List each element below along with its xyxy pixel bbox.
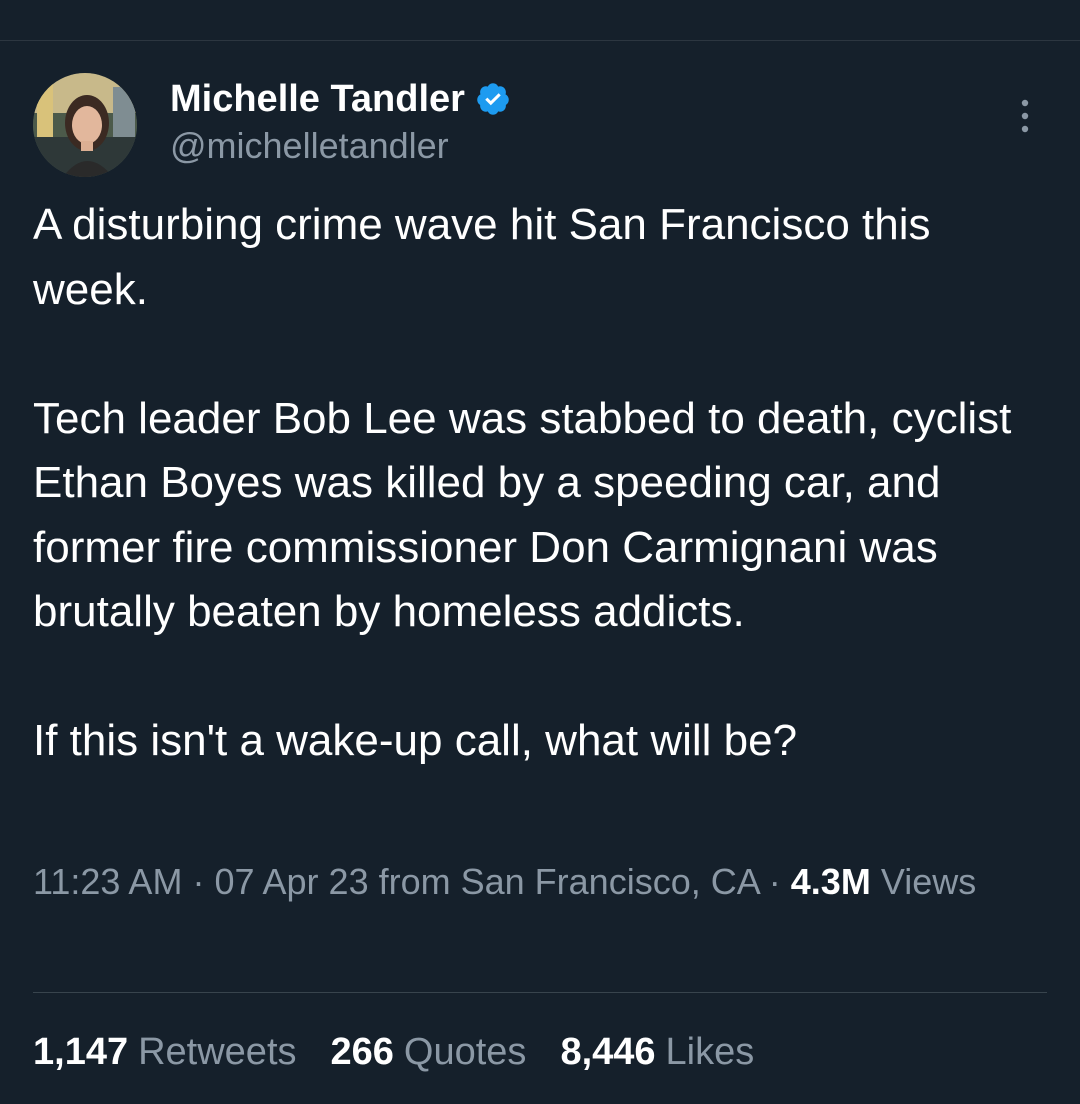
retweets-label: Retweets xyxy=(138,1031,297,1073)
verified-badge-icon xyxy=(475,81,511,117)
likes-stat[interactable]: 8,446 Likes xyxy=(560,1031,754,1074)
likes-label: Likes xyxy=(665,1031,755,1073)
tweet-card: Michelle Tandler @michelletandler A dist… xyxy=(0,41,1080,1104)
views-label: Views xyxy=(880,861,977,902)
quotes-count: 266 xyxy=(330,1031,394,1073)
engagement-stats: 1,147 Retweets 266 Quotes 8,446 Likes xyxy=(33,1031,788,1074)
divider xyxy=(33,992,1047,993)
tweet-meta: 11:23 AM · 07 Apr 23 from San Francisco,… xyxy=(33,853,1033,910)
meta-separator: · xyxy=(768,861,781,902)
top-bar xyxy=(0,0,1080,41)
avatar[interactable] xyxy=(33,73,137,177)
quotes-stat[interactable]: 266 Quotes xyxy=(331,1031,527,1074)
more-vertical-icon xyxy=(1021,99,1029,133)
tweet-location: from San Francisco, CA xyxy=(378,861,759,902)
retweets-stat[interactable]: 1,147 Retweets xyxy=(33,1031,297,1074)
views-count: 4.3M xyxy=(790,861,871,902)
author-handle[interactable]: @michelletandler xyxy=(170,125,449,167)
more-options-button[interactable] xyxy=(1005,96,1045,136)
meta-separator: · xyxy=(192,861,205,902)
tweet-time[interactable]: 11:23 AM xyxy=(33,861,182,902)
author-name-row: Michelle Tandler xyxy=(170,77,511,121)
tweet-text: A disturbing crime wave hit San Francisc… xyxy=(33,200,1012,765)
retweets-count: 1,147 xyxy=(33,1031,129,1073)
author-display-name[interactable]: Michelle Tandler xyxy=(170,78,465,121)
quotes-label: Quotes xyxy=(403,1031,527,1073)
tweet-date[interactable]: 07 Apr 23 xyxy=(214,861,368,902)
likes-count: 8,446 xyxy=(560,1031,656,1073)
